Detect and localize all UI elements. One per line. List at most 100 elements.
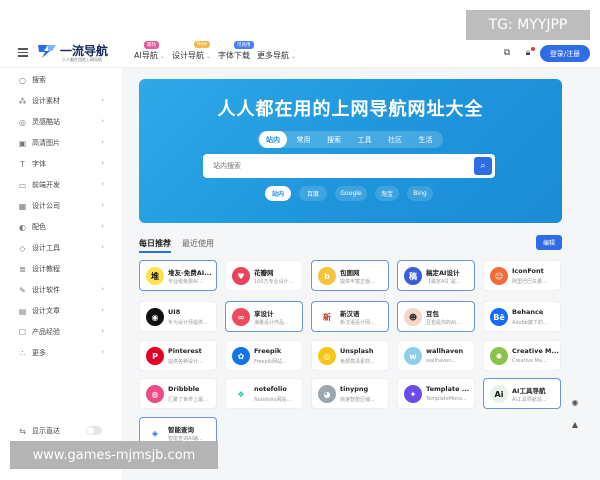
hero-tab[interactable]: 社区 (381, 131, 409, 148)
site-card[interactable]: w wallhaven wallhaven... (397, 340, 475, 371)
nav-ai[interactable]: 最热 AI导航 ⌄ (134, 41, 165, 61)
sidebar-item[interactable]: ☐ 产品经验 › (18, 326, 104, 338)
edit-button[interactable]: 编辑 (536, 235, 562, 250)
site-card-name: Creative M... (512, 347, 559, 355)
site-card-name: 堆友-免费AI... (168, 269, 212, 277)
sidebar-item[interactable]: ≣ 设计教程 (18, 263, 104, 275)
site-card[interactable]: ♥ 花瓣网 100万专业设计... (225, 260, 303, 291)
nav-fonts[interactable]: 可商用 字体下载 (218, 41, 254, 61)
site-card[interactable]: ☻ 豆包 豆包是你的AI... (397, 301, 475, 332)
site-card-description: 快速智能压缩... (340, 397, 375, 403)
sidebar-item[interactable]: ⁂ 设计素材 › (18, 95, 105, 107)
sidebar-item[interactable]: ◇ 设计工具 › (18, 242, 104, 254)
sidebar-item[interactable]: ∴ 更多 › (18, 347, 104, 359)
site-card[interactable]: ◕ tinypng 快速智能压缩... (311, 378, 389, 409)
chevron-right-icon: › (101, 243, 104, 251)
site-card[interactable]: ❖ notefolio Notefolio网站... (225, 378, 303, 409)
hero-tab[interactable]: 常用 (290, 131, 318, 148)
sidebar-item[interactable]: ▤ 设计文章 › (18, 305, 104, 317)
site-logo-icon: ☺ (490, 267, 508, 285)
chevron-right-icon: › (101, 222, 104, 230)
site-card[interactable]: ∞ 享设计 海量设计作品... (225, 301, 303, 332)
site-card-name: tinypng (340, 385, 369, 393)
sidebar-item[interactable]: ✎ 设计软件 › (18, 284, 104, 296)
site-card[interactable]: ◉ UI8 专为设计师提供... (139, 301, 217, 332)
site-card[interactable]: Bē Behance Adobe旗下的... (483, 301, 561, 332)
site-card-name: 享设计 (254, 310, 274, 318)
sidebar-item-icon: ☐ (18, 327, 27, 337)
site-card[interactable]: 稿稿定AI设计 【稿定AI】是... (397, 260, 475, 291)
hero-banner: 人人都在用的上网导航网址大全 站内常用搜索工具社区生活 ⌕ 站内百度Google… (139, 79, 562, 223)
site-card[interactable]: ✿ Freepik Freepik网站... (225, 340, 303, 371)
sidebar-item-label: 设计教程 (32, 265, 60, 273)
bell-icon[interactable]: ▲ (570, 420, 580, 430)
search-engine-option[interactable]: 淘宝 (375, 186, 399, 201)
site-card-name: 稿定AI设计 (426, 269, 460, 277)
search-engine-option[interactable]: Google (335, 186, 367, 201)
site-logo-icon: P (146, 347, 164, 365)
chevron-right-icon: › (101, 96, 104, 104)
site-card[interactable]: b 包图网 提供丰富正版... (311, 260, 389, 291)
site-card[interactable]: ✺ Creative M... Creative Ma... (483, 340, 561, 371)
site-logo[interactable]: 一流导航 人人都在用的上网导航 (36, 40, 120, 64)
sidebar-item-icon: ◐ (19, 222, 26, 232)
search-engine-option[interactable]: Bing (407, 186, 433, 201)
site-card-description: wallhaven... (426, 358, 457, 364)
search-input[interactable] (213, 159, 463, 173)
site-card-description: 专业级免费AI... (168, 279, 203, 285)
site-logo-icon: ◍ (146, 385, 164, 403)
sidebar-item-label: 设计素材 (32, 97, 60, 105)
chevron-right-icon: › (101, 285, 104, 293)
search-engine-option[interactable]: 百度 (299, 186, 327, 201)
site-card[interactable]: ◍ Dribbble 汇聚了世界上最... (139, 378, 217, 409)
site-card[interactable]: 堆堆友-免费AI... 专业级免费AI... (139, 260, 217, 291)
hero-tab[interactable]: 站内 (259, 131, 287, 148)
sidebar-item-icon: ▦ (18, 201, 27, 211)
menu-icon[interactable] (18, 48, 28, 57)
sidebar-item-icon: ✎ (19, 285, 26, 295)
show-direct-toggle[interactable] (86, 426, 102, 435)
hero-tab[interactable]: 搜索 (320, 131, 348, 148)
sidebar-item[interactable]: ○ 搜索 (18, 74, 104, 86)
hero-tab[interactable]: 生活 (412, 131, 440, 148)
site-card[interactable]: ✦ Template ... TemplateMons... (397, 378, 475, 409)
site-card[interactable]: 新新汉语 新汉语设计网... (311, 301, 389, 332)
tab-recently-used[interactable]: 最近使用 (182, 238, 214, 249)
chevron-down-icon: ⌄ (159, 53, 165, 60)
site-card[interactable]: ◎ Unsplash 免费高清素材... (311, 340, 389, 371)
site-card-name: Template ... (426, 385, 470, 393)
chat-icon[interactable]: ◉ (570, 398, 580, 408)
notification-dot (531, 47, 535, 51)
login-button[interactable]: 登录/注册 (540, 45, 590, 62)
tab-daily-recommend[interactable]: 每日推荐 (139, 238, 171, 253)
site-card-description: 阿里巴巴矢量... (512, 279, 547, 285)
site-card[interactable]: ☺ IconFont 阿里巴巴矢量... (483, 260, 561, 291)
site-card[interactable]: Ai AI工具导航 AI工具导航站... (483, 378, 561, 409)
site-logo-icon: ◎ (318, 347, 336, 365)
sidebar-item[interactable]: ▣ 高清图片 › (18, 137, 104, 149)
hero-tab[interactable]: 工具 (351, 131, 379, 148)
site-card-name: Behance (512, 308, 544, 316)
nav-more[interactable]: 更多导航 ⌄ (257, 50, 296, 61)
hero-tabs: 站内 常用 搜索 工具 社区 生活 (257, 131, 443, 148)
nav-design[interactable]: New 设计导航 ⌄ (172, 41, 211, 61)
sidebar-item[interactable]: ◐ 配色 › (18, 221, 104, 233)
sidebar-item[interactable]: ▦ 设计公司 › (18, 200, 104, 212)
site-card-name: 花瓣网 (254, 269, 274, 277)
site-card-name: 智能查询 (168, 426, 194, 434)
watermark-url: www.games-mjmsjb.com (10, 441, 218, 469)
site-card-name: Freepik (254, 347, 282, 355)
sidebar-bottom-label: 显示直达 (32, 427, 60, 435)
chevron-down-icon: ⌄ (291, 53, 297, 60)
bookmark-icon[interactable]: ⧉ (502, 48, 512, 58)
sidebar-item[interactable]: ◎ 灵感酷站 › (18, 116, 104, 128)
lock-icon[interactable]: 🔒︎ (523, 47, 535, 58)
site-logo-icon: ❖ (232, 385, 250, 403)
hero-title: 人人都在用的上网导航网址大全 (217, 99, 484, 120)
site-card[interactable]: P Pinterest 提供各种设计... (139, 340, 217, 371)
search-engine-option[interactable]: 站内 (265, 186, 291, 201)
sidebar-item[interactable]: T 字体 › (18, 158, 104, 170)
sidebar-item[interactable]: ▭ 前端开发 › (18, 179, 104, 191)
search-button[interactable]: ⌕ (474, 157, 492, 175)
chevron-right-icon: › (101, 201, 104, 209)
